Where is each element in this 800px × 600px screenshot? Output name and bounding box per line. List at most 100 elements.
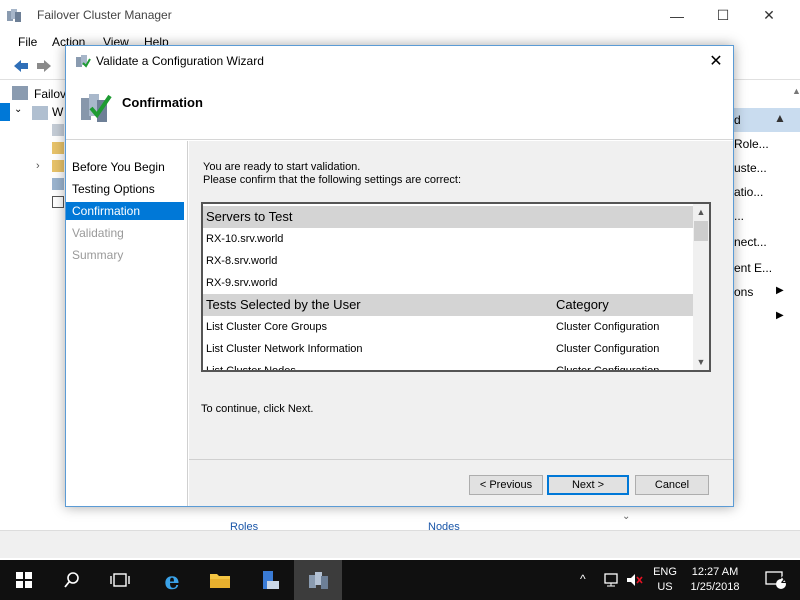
actions-header-label: d <box>734 113 741 127</box>
scroll-down-icon[interactable]: ▼ <box>693 354 709 370</box>
tests-header-label: Tests Selected by the User <box>206 297 361 312</box>
wizard-icon <box>76 55 91 68</box>
folder-icon <box>52 142 64 154</box>
dialog-title: Validate a Configuration Wizard <box>96 54 264 68</box>
action-more[interactable]: ... <box>734 209 744 223</box>
test-category: Cluster Configuration <box>556 365 660 372</box>
notification-count: 2 <box>781 575 787 586</box>
tests-section-header: Tests Selected by the User Category <box>203 294 693 316</box>
chevron-down-icon[interactable]: ⌄ <box>14 104 22 115</box>
settings-listbox[interactable]: Servers to Test RX-10.srv.world RX-8.srv… <box>201 202 711 372</box>
chevron-right-icon[interactable]: › <box>36 160 40 172</box>
folder-icon <box>52 160 64 172</box>
close-main-button[interactable]: ✕ <box>746 0 792 31</box>
menu-file[interactable]: File <box>18 35 37 49</box>
scroll-up-icon[interactable]: ▲ <box>693 204 709 220</box>
maximize-button[interactable]: ☐ <box>700 0 746 31</box>
submenu-arrow-icon: ▶ <box>776 310 784 321</box>
actions-pane: d ▲ Role... uste... atio... ... nect... … <box>734 82 800 530</box>
clock-time: 12:27 AM <box>691 566 739 578</box>
scroll-up-icon[interactable]: ▲ <box>792 86 800 96</box>
dialog-title-bar[interactable]: Validate a Configuration Wizard ✕ <box>66 46 733 76</box>
internet-explorer-button[interactable]: e <box>148 560 196 600</box>
scrollbar-thumb[interactable] <box>694 221 708 241</box>
action-center-button[interactable]: 2 <box>752 560 800 600</box>
search-icon <box>64 572 79 588</box>
show-hidden-icons-icon[interactable]: ^ <box>580 572 586 586</box>
wizard-header: Confirmation <box>66 76 733 140</box>
task-view-icon <box>110 573 130 587</box>
validate-check-icon <box>81 94 112 122</box>
file-explorer-button[interactable] <box>196 560 244 600</box>
search-button[interactable] <box>48 560 96 600</box>
task-view-button[interactable] <box>96 560 144 600</box>
test-name: List Cluster Network Information <box>206 343 363 355</box>
action-validate-cluster[interactable]: uste... <box>734 161 767 175</box>
action-options[interactable]: ons <box>734 285 753 299</box>
test-name: List Cluster Nodes <box>206 365 296 372</box>
back-arrow-icon[interactable] <box>12 58 30 74</box>
dropdown-arrow-icon[interactable]: ⌄ <box>622 511 630 522</box>
test-category: Cluster Configuration <box>556 343 660 355</box>
internet-explorer-icon: e <box>164 565 180 595</box>
action-configure-role[interactable]: Role... <box>734 137 769 151</box>
step-confirmation[interactable]: Confirmation <box>66 202 184 220</box>
server-manager-icon <box>263 571 279 589</box>
cluster-tree-icon <box>12 86 28 100</box>
server-row: RX-8.srv.world <box>203 250 693 272</box>
start-button[interactable] <box>0 560 48 600</box>
actions-header[interactable]: d ▲ <box>734 108 800 132</box>
volume-muted-icon[interactable] <box>626 572 644 588</box>
server-name: RX-10.srv.world <box>206 233 284 245</box>
continue-instruction: To continue, click Next. <box>201 403 314 415</box>
step-validating: Validating <box>72 226 124 240</box>
category-header-label: Category <box>556 297 609 312</box>
listbox-scrollbar[interactable]: ▲ ▼ <box>693 204 709 370</box>
wizard-page-title: Confirmation <box>122 95 203 110</box>
cluster-node-icon <box>32 106 48 120</box>
step-summary: Summary <box>72 248 124 262</box>
wizard-button-bar: < Previous Next > Cancel <box>189 459 733 506</box>
forward-arrow-icon[interactable] <box>35 58 53 74</box>
server-row: RX-9.srv.world <box>203 272 693 294</box>
network-icon[interactable] <box>603 572 621 588</box>
minimize-button[interactable]: — <box>654 0 700 31</box>
servers-header-label: Servers to Test <box>206 209 293 224</box>
test-name: List Cluster Core Groups <box>206 321 328 333</box>
cluster-manager-icon <box>309 572 328 589</box>
step-testing-options[interactable]: Testing Options <box>66 180 184 198</box>
keyboard-layout: US <box>657 581 673 593</box>
tree-selection-highlight <box>0 103 10 121</box>
action-connect[interactable]: nect... <box>734 235 767 249</box>
test-category: Cluster Configuration <box>556 321 660 333</box>
language-code: ENG <box>653 566 677 578</box>
clock[interactable]: 12:27 AM 1/25/2018 <box>684 565 746 595</box>
main-title-bar[interactable]: Failover Cluster Manager — ☐ ✕ <box>0 0 800 31</box>
cluster-manager-icon <box>7 9 21 22</box>
server-name: RX-8.srv.world <box>206 255 278 267</box>
next-button[interactable]: Next > <box>547 475 629 495</box>
taskbar: e ^ ENG US 12:27 AM 1/25/2018 2 <box>0 560 800 600</box>
step-before-you-begin[interactable]: Before You Begin <box>66 158 184 176</box>
tree-cluster-label[interactable]: W <box>52 105 63 119</box>
server-row: RX-10.srv.world <box>203 228 693 250</box>
server-manager-button[interactable] <box>246 560 294 600</box>
language-indicator[interactable]: ENG US <box>648 565 682 595</box>
test-row: List Cluster Core Groups Cluster Configu… <box>203 316 693 338</box>
main-window-title: Failover Cluster Manager <box>37 8 172 22</box>
previous-button[interactable]: < Previous <box>469 475 543 495</box>
intro-line-2: Please confirm that the following settin… <box>203 174 462 186</box>
wizard-content: You are ready to start validation. Pleas… <box>189 141 733 506</box>
action-events[interactable]: ent E... <box>734 261 772 275</box>
validate-wizard-dialog: Validate a Configuration Wizard ✕ Confir… <box>65 45 734 507</box>
close-icon[interactable]: ✕ <box>699 46 733 76</box>
folder-icon <box>52 124 64 136</box>
folder-icon <box>210 574 230 588</box>
intro-line-1: You are ready to start validation. <box>203 161 361 173</box>
cancel-button[interactable]: Cancel <box>635 475 709 495</box>
network-icon <box>52 178 64 190</box>
collapse-arrow-icon[interactable]: ▲ <box>774 111 786 125</box>
bottom-summary-strip: Roles Nodes ⌄ <box>200 506 646 533</box>
action-migration[interactable]: atio... <box>734 185 763 199</box>
failover-cluster-manager-button[interactable] <box>294 560 342 600</box>
